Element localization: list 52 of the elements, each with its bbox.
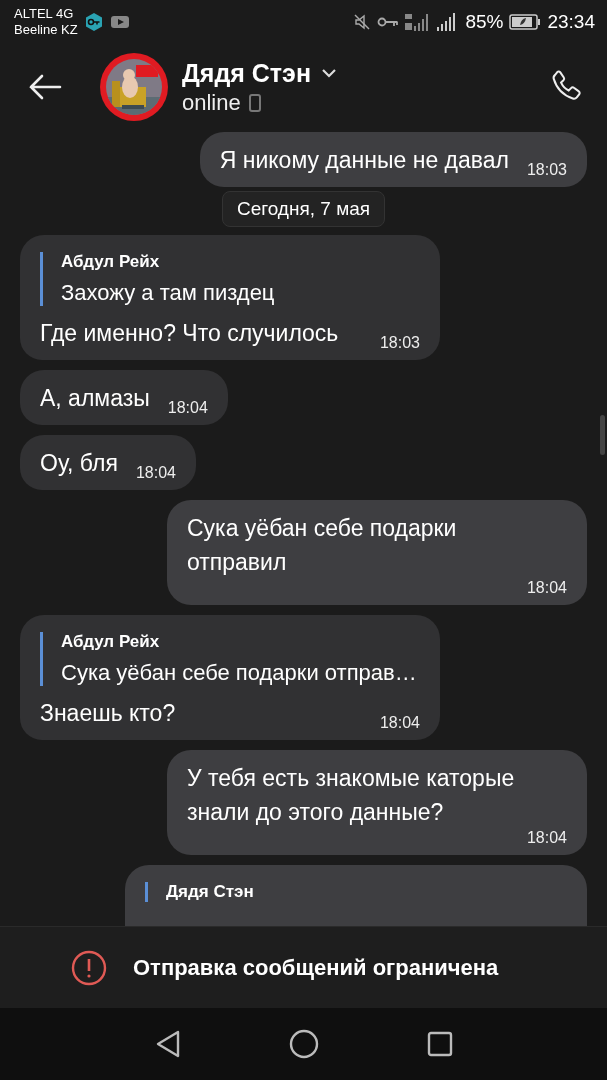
message-text: Знаешь кто? xyxy=(40,699,176,728)
message-text: У тебя есть знакомые каторые знали до этого данные? xyxy=(187,764,516,827)
phone-device-icon xyxy=(248,93,261,112)
message-text: Сука уёбан себе подарки отправил xyxy=(187,514,458,577)
home-icon[interactable] xyxy=(288,1029,319,1059)
date-chip: Сегодня, 7 мая xyxy=(221,191,386,227)
reply-quote[interactable]: Абдул Рейх Захожу а там пиздец xyxy=(40,252,420,306)
reply-quote[interactable]: Абдул Рейх Сука уёбан себе подарки отправ… xyxy=(40,632,420,686)
back-arrow-icon[interactable] xyxy=(28,73,62,101)
reply-text: Захожу а там пиздец xyxy=(61,280,276,306)
reply-text: Сука уёбан себе подарки отправ… xyxy=(61,660,418,686)
warning-icon xyxy=(71,949,107,986)
mute-icon xyxy=(353,13,372,31)
reply-author: Дядя Стэн xyxy=(166,882,255,902)
message-bubble[interactable]: Дядя Стэн xyxy=(125,865,587,926)
message-bubble[interactable]: Сука уёбан себе подарки отправил 18:04 xyxy=(167,500,587,605)
message-time: 18:03 xyxy=(525,161,567,179)
message-bubble[interactable]: Абдул Рейх Сука уёбан себе подарки отправ… Знаешь кто? 18:04 xyxy=(20,615,440,740)
clock: 23:34 xyxy=(547,11,595,33)
message-time: 18:04 xyxy=(525,579,567,597)
message-bubble[interactable]: У тебя есть знакомые каторые знали до этого данные? 18:04 xyxy=(167,750,587,855)
contact-name[interactable]: Дядя Стэн xyxy=(182,58,311,88)
back-icon[interactable] xyxy=(154,1029,181,1059)
carrier-name: Beeline KZ xyxy=(14,22,78,38)
recents-icon[interactable] xyxy=(426,1031,453,1057)
video-icon xyxy=(109,14,130,30)
key-icon xyxy=(377,15,400,29)
online-status: online xyxy=(182,89,241,116)
message-time: 18:04 xyxy=(378,714,420,732)
battery-percent: 85% xyxy=(465,11,504,33)
message-time: 18:04 xyxy=(166,399,208,417)
chevron-down-icon[interactable] xyxy=(321,68,337,78)
scrollbar-thumb[interactable] xyxy=(600,415,605,455)
reply-author: Абдул Рейх xyxy=(61,252,161,272)
message-time: 18:03 xyxy=(378,334,420,352)
reply-quote[interactable]: Дядя Стэн xyxy=(145,882,567,902)
message-bubble[interactable]: Я никому данные не давал 18:03 xyxy=(199,132,587,187)
message-bubble[interactable]: Оу, бля 18:04 xyxy=(20,435,196,490)
message-text: А, алмазы xyxy=(40,384,150,413)
message-bubble[interactable]: Абдул Рейх Захожу а там пиздец Где именно? Что случилось 18:03 xyxy=(20,235,440,360)
message-time: 18:04 xyxy=(134,464,176,482)
notice-text: Отправка сообщений ограничена xyxy=(133,954,499,981)
message-bubble[interactable]: А, алмазы 18:04 xyxy=(20,370,228,425)
carrier-name: ALTEL 4G xyxy=(14,6,75,22)
message-text: Я никому данные не давал xyxy=(219,146,509,175)
battery-icon xyxy=(509,14,542,30)
key-icon xyxy=(83,12,104,32)
reply-author: Абдул Рейх xyxy=(61,632,161,652)
message-text: Где именно? Что случилось xyxy=(40,319,339,348)
message-time: 18:04 xyxy=(525,829,567,847)
signal-icon xyxy=(405,12,430,32)
message-text: Оу, бля xyxy=(40,449,118,478)
